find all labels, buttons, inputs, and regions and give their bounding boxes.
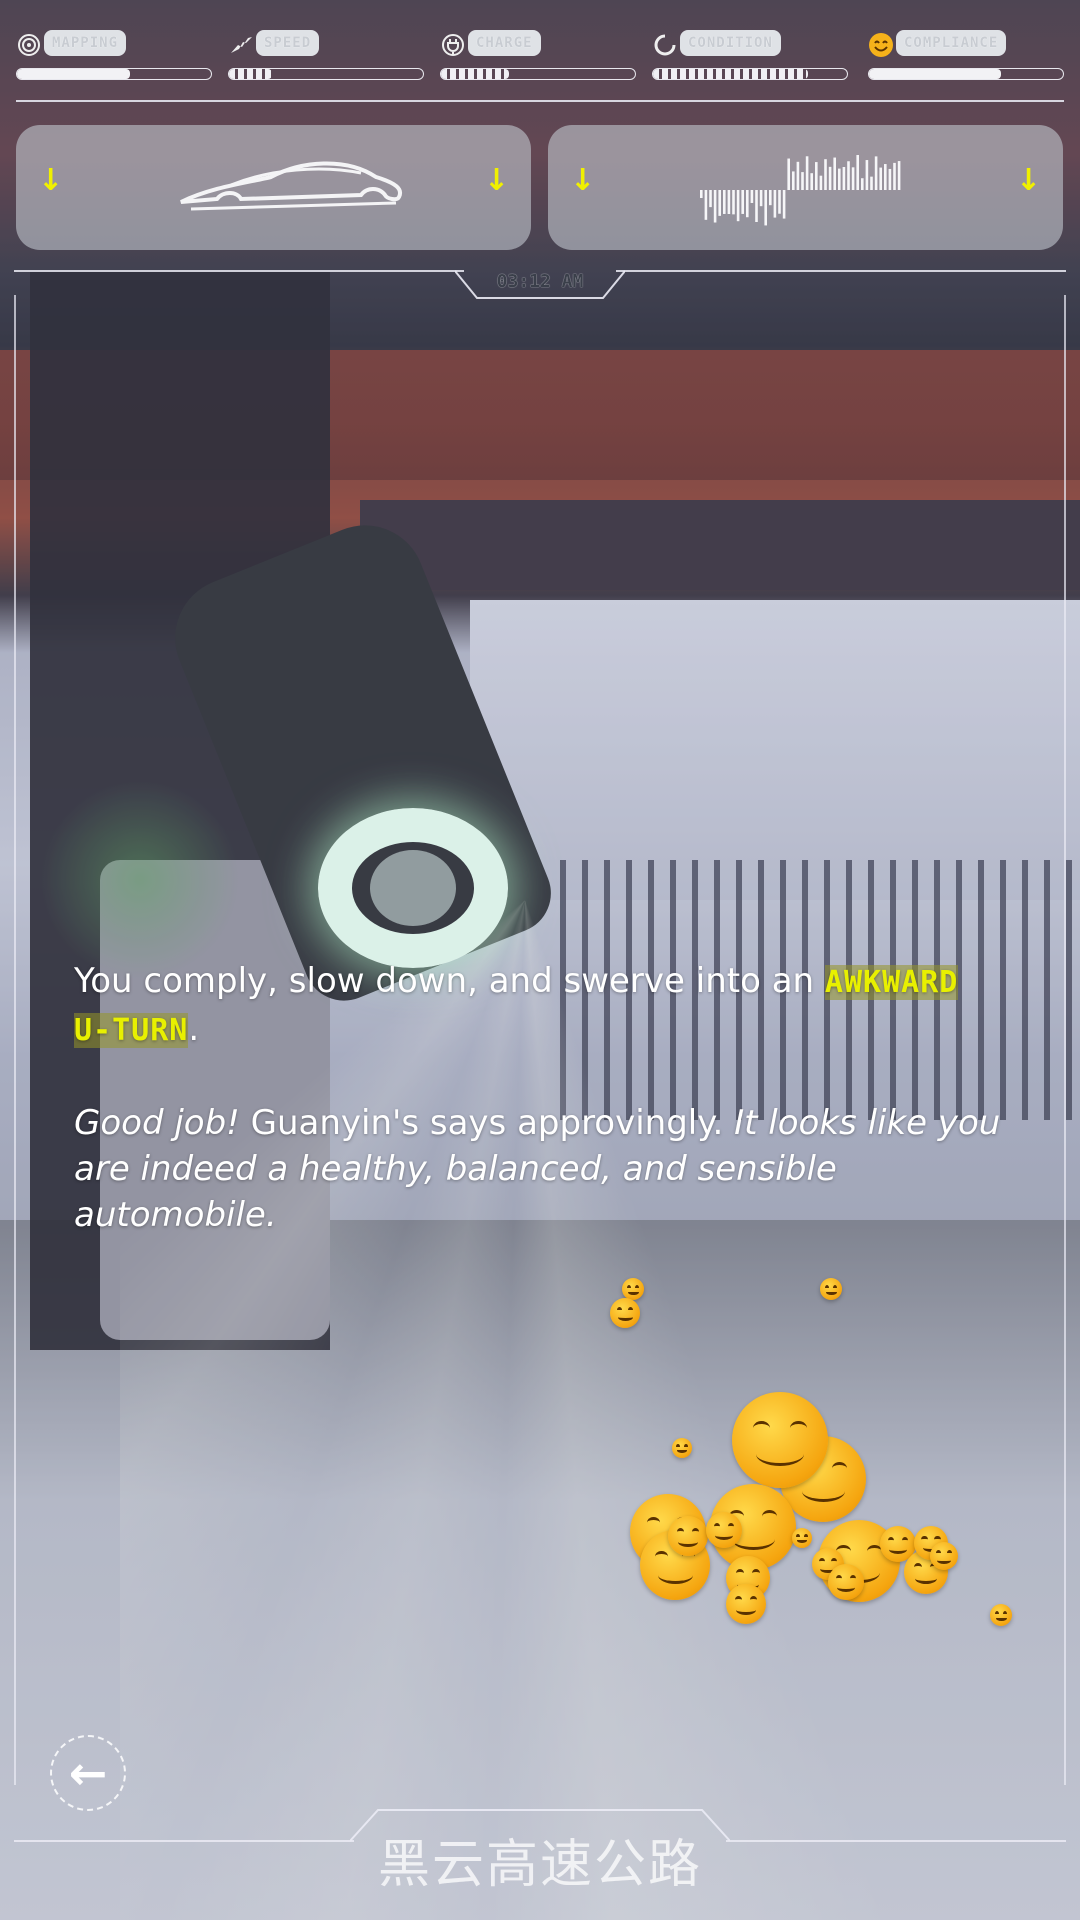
location-title: 黑云高速公路 bbox=[377, 1835, 702, 1895]
smiley-icon bbox=[868, 32, 894, 58]
clock-time: 03:12 AM bbox=[496, 271, 584, 292]
spinner-icon bbox=[652, 32, 678, 58]
story-text: You comply, slow down, and swerve into a… bbox=[74, 958, 1014, 1238]
down-arrow-icon: ↓ bbox=[38, 163, 64, 198]
car-silhouette-icon bbox=[180, 161, 402, 211]
meter-compliance: COMPLIANCE bbox=[868, 28, 1064, 84]
meter-bar bbox=[652, 68, 848, 80]
meter-bar bbox=[228, 68, 424, 80]
audio-panel[interactable]: ↓ ↓ bbox=[548, 125, 1063, 250]
story-text-fragment: Guanyin's says approvingly. bbox=[239, 1103, 735, 1143]
meter-bar bbox=[440, 68, 636, 80]
vehicle-panel[interactable]: ↓ ↓ bbox=[16, 125, 531, 250]
story-paragraph-1: You comply, slow down, and swerve into a… bbox=[74, 958, 1014, 1054]
story-text-fragment: . bbox=[188, 1009, 200, 1049]
frame-right bbox=[1064, 295, 1066, 1785]
top-divider bbox=[16, 100, 1064, 102]
down-arrow-icon: ↓ bbox=[570, 163, 596, 198]
radar-icon bbox=[16, 32, 42, 58]
meter-label: COMPLIANCE bbox=[896, 30, 1007, 56]
meter-charge: CHARGE bbox=[440, 28, 636, 84]
back-button[interactable]: ← bbox=[50, 1735, 126, 1811]
audio-waveform-icon bbox=[700, 155, 901, 226]
runner-icon bbox=[228, 32, 254, 58]
meter-bar bbox=[16, 68, 212, 80]
story-paragraph-2: Good job! Guanyin's says approvingly. It… bbox=[74, 1100, 1014, 1238]
status-meters: MAPPING SPEED CHARGE CONDITION COMPLIANC… bbox=[16, 28, 1064, 84]
story-text-fragment: You comply, slow down, and swerve into a… bbox=[74, 961, 825, 1001]
meter-speed: SPEED bbox=[228, 28, 424, 84]
down-arrow-icon: ↓ bbox=[1015, 163, 1041, 198]
meter-label: MAPPING bbox=[44, 30, 127, 56]
frame-left bbox=[14, 295, 16, 1785]
dialogue-italic: Good job! bbox=[74, 1103, 240, 1143]
meter-label: SPEED bbox=[256, 30, 320, 56]
meter-bar bbox=[868, 68, 1064, 80]
back-arrow-icon: ← bbox=[68, 1746, 108, 1800]
meter-condition: CONDITION bbox=[652, 28, 848, 84]
meter-label: CHARGE bbox=[468, 30, 541, 56]
down-arrow-icon: ↓ bbox=[483, 163, 509, 198]
meter-mapping: MAPPING bbox=[16, 28, 212, 84]
meter-label: CONDITION bbox=[680, 30, 781, 56]
plug-icon bbox=[440, 32, 466, 58]
